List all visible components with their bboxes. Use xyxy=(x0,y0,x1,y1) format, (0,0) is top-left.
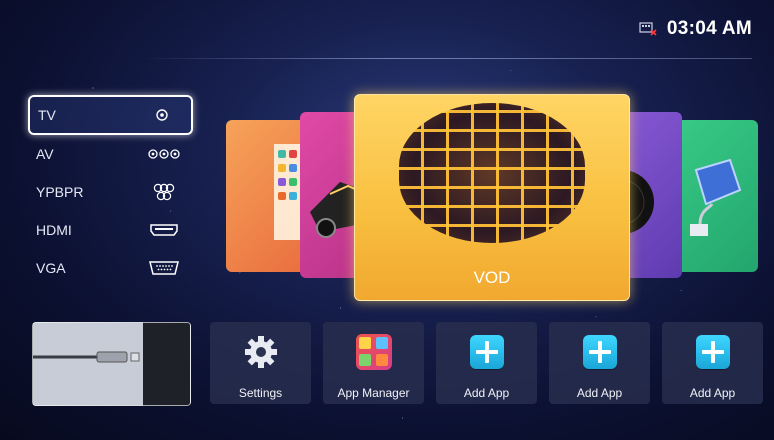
gear-icon xyxy=(243,334,279,370)
add-app-tile[interactable]: Add App xyxy=(662,322,763,404)
network-disconnected-icon xyxy=(639,22,657,36)
current-source-preview[interactable] xyxy=(32,322,191,406)
carousel-card-vod[interactable]: VOD xyxy=(354,94,630,301)
source-item-av[interactable]: AV xyxy=(28,135,193,173)
source-label: YPBPR xyxy=(36,184,84,200)
app-tiles-row: Settings App Manager Add App Add App Add… xyxy=(32,322,763,406)
add-app-icon xyxy=(695,334,731,370)
carousel-card-label: VOD xyxy=(473,268,511,287)
source-label: AV xyxy=(36,146,54,162)
source-item-ypbpr[interactable]: YPBPR xyxy=(28,173,193,211)
source-label: TV xyxy=(38,107,56,123)
add-app-icon xyxy=(582,334,618,370)
clock: 03:04 AM xyxy=(666,18,752,39)
tv-home-screen: 03:04 AM TV AV YPBPR HDMI VGA VOD Settin… xyxy=(0,0,774,440)
tile-label: Add App xyxy=(689,386,736,400)
source-item-hdmi[interactable]: HDMI xyxy=(28,211,193,249)
tile-label: App Manager xyxy=(337,386,410,400)
hdmi-port-icon xyxy=(147,224,181,236)
vga-port-icon xyxy=(147,261,181,275)
add-app-icon xyxy=(469,334,505,370)
source-label: VGA xyxy=(36,260,66,276)
tile-label: Settings xyxy=(238,386,283,400)
app-manager-icon xyxy=(355,334,392,370)
settings-tile[interactable]: Settings xyxy=(210,322,311,404)
source-label: HDMI xyxy=(36,222,72,238)
tile-label: Add App xyxy=(576,386,623,400)
component-connector-icon xyxy=(147,183,181,201)
divider xyxy=(140,58,752,59)
source-item-tv[interactable]: TV xyxy=(28,95,193,135)
video-thumbnails-globe xyxy=(399,103,585,243)
app-manager-tile[interactable]: App Manager xyxy=(323,322,424,404)
rca-connector-icon xyxy=(147,148,181,160)
source-item-vga[interactable]: VGA xyxy=(28,249,193,287)
add-app-tile[interactable]: Add App xyxy=(436,322,537,404)
add-app-tile[interactable]: Add App xyxy=(549,322,650,404)
antenna-connector-icon xyxy=(145,108,179,122)
input-source-list: TV AV YPBPR HDMI VGA xyxy=(28,95,193,287)
status-bar: 03:04 AM xyxy=(639,18,752,40)
feature-carousel: VOD xyxy=(222,94,762,301)
tile-label: Add App xyxy=(463,386,510,400)
